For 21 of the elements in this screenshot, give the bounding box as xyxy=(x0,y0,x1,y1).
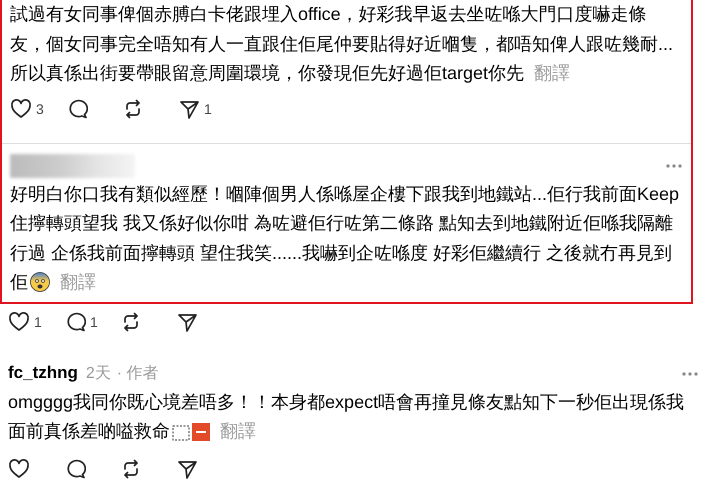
count: 1 xyxy=(90,314,98,330)
post-time: 2天 xyxy=(86,364,111,384)
comment-text: 試過有女同事俾個赤膊白卡佬跟埋入office，好彩我早返去坐咗喺大門口度嚇走條友，個女同事完全唔知有人一直跟住佢尾仲要貼得好近嗰隻，都唔知俾人跟咗幾耐...所以真係出街要帶眼留意周圍環境，你發現佢先好過佢target你先 翻譯 xyxy=(9,3,674,85)
comment-text: omgggg我同你既心境差唔多！！本身都expect唔會再撞見條友點知下一秒佢出現係我面前真係差啲嗌救命 翻譯 xyxy=(7,390,686,443)
author-tag: · 作者 xyxy=(116,363,159,384)
count: 1 xyxy=(34,314,42,330)
placeholder-glyph-icon xyxy=(172,425,190,441)
heart-icon[interactable] xyxy=(8,458,30,480)
more-icon[interactable] xyxy=(681,370,699,376)
count: 1 xyxy=(204,100,212,116)
heart-icon[interactable] xyxy=(10,98,32,120)
sos-icon xyxy=(192,423,210,441)
more-icon[interactable] xyxy=(665,162,683,168)
translate-link[interactable]: 翻譯 xyxy=(60,272,96,292)
comment-text: 好明白你口我有類似經歷！嗰陣個男人係喺屋企樓下跟我到地鐵站...佢行我前面Keep住擰轉頭望我 我又係好似你咁 為咗避佢行咗第二條路 點知去到地鐵附近佢喺我隔離行過 企係我前面擰轉頭 望住我笑......我嚇到企咗喺度 好彩佢繼續行 之後就冇再見到佢 翻譯 xyxy=(9,182,680,294)
fearful-emoji-icon xyxy=(30,272,50,292)
count: 3 xyxy=(36,100,44,116)
translate-link[interactable]: 翻譯 xyxy=(220,421,256,441)
username[interactable]: fc_tzhng xyxy=(8,363,78,383)
heart-icon[interactable] xyxy=(8,310,30,332)
translate-link[interactable]: 翻譯 xyxy=(534,63,570,83)
